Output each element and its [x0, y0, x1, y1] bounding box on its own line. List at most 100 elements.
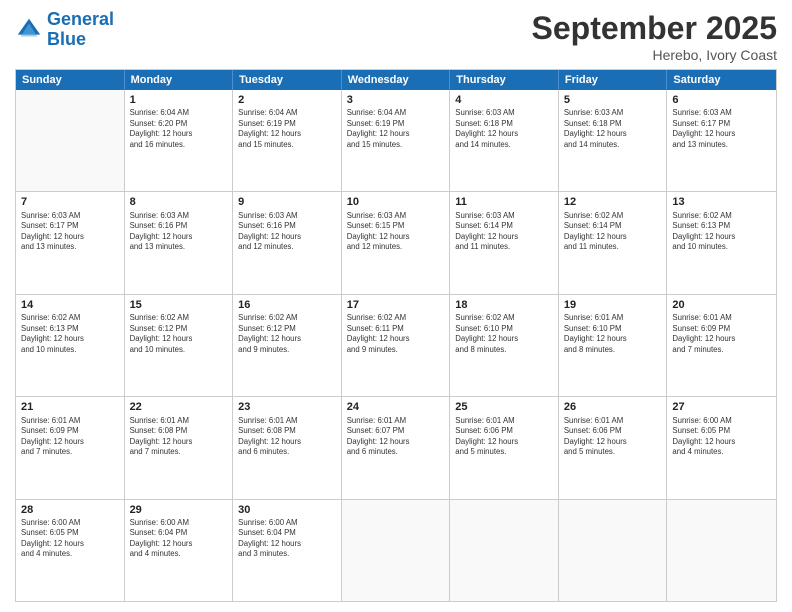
day-cell-17: 17Sunrise: 6:02 AM Sunset: 6:11 PM Dayli… — [342, 295, 451, 396]
day-number: 13 — [672, 195, 771, 209]
day-number: 6 — [672, 93, 771, 107]
day-cell-18: 18Sunrise: 6:02 AM Sunset: 6:10 PM Dayli… — [450, 295, 559, 396]
day-number: 29 — [130, 503, 228, 517]
day-cell-22: 22 Sunrise: 6:01 AM Sunset: 6:08 PM Dayli… — [125, 397, 234, 498]
day-info: Sunrise: 6:03 AM Sunset: 6:14 PM Dayligh… — [455, 211, 553, 253]
day-info: Sunrise: 6:01 AM Sunset: 6:09 PM Dayligh… — [672, 313, 771, 355]
page: General Blue September 2025 Herebo, Ivor… — [0, 0, 792, 612]
calendar-body: 1Sunrise: 6:04 AM Sunset: 6:20 PM Daylig… — [16, 90, 776, 601]
day-info: Sunrise: 6:03 AM Sunset: 6:17 PM Dayligh… — [672, 108, 771, 150]
day-info: Sunrise: 6:01 AM Sunset: 6:07 PM Dayligh… — [347, 416, 445, 458]
day-cell-16: 16Sunrise: 6:02 AM Sunset: 6:12 PM Dayli… — [233, 295, 342, 396]
day-info: Sunrise: 6:02 AM Sunset: 6:14 PM Dayligh… — [564, 211, 662, 253]
calendar-row-2: 7 Sunrise: 6:03 AM Sunset: 6:17 PM Daylig… — [16, 192, 776, 294]
day-number: 26 — [564, 400, 662, 414]
day-cell-30: 30Sunrise: 6:00 AM Sunset: 6:04 PM Dayli… — [233, 500, 342, 601]
day-info: Sunrise: 6:00 AM Sunset: 6:04 PM Dayligh… — [238, 518, 336, 560]
day-info: Sunrise: 6:03 AM Sunset: 6:16 PM Dayligh… — [130, 211, 228, 253]
day-cell-7: 7 Sunrise: 6:03 AM Sunset: 6:17 PM Daylig… — [16, 192, 125, 293]
day-cell-6: 6Sunrise: 6:03 AM Sunset: 6:17 PM Daylig… — [667, 90, 776, 191]
day-cell-24: 24 Sunrise: 6:01 AM Sunset: 6:07 PM Dayli… — [342, 397, 451, 498]
day-info: Sunrise: 6:04 AM Sunset: 6:19 PM Dayligh… — [347, 108, 445, 150]
day-info: Sunrise: 6:01 AM Sunset: 6:08 PM Dayligh… — [130, 416, 228, 458]
day-number: 7 — [21, 195, 119, 209]
day-number: 14 — [21, 298, 119, 312]
day-info: Sunrise: 6:01 AM Sunset: 6:09 PM Dayligh… — [21, 416, 119, 458]
header: General Blue September 2025 Herebo, Ivor… — [15, 10, 777, 63]
day-info: Sunrise: 6:03 AM Sunset: 6:16 PM Dayligh… — [238, 211, 336, 253]
day-info: Sunrise: 6:02 AM Sunset: 6:13 PM Dayligh… — [672, 211, 771, 253]
day-info: Sunrise: 6:01 AM Sunset: 6:06 PM Dayligh… — [564, 416, 662, 458]
header-day-sunday: Sunday — [16, 70, 125, 90]
day-info: Sunrise: 6:00 AM Sunset: 6:05 PM Dayligh… — [21, 518, 119, 560]
logo-text: General Blue — [47, 10, 114, 50]
empty-cell-4-5 — [559, 500, 668, 601]
calendar-row-5: 28Sunrise: 6:00 AM Sunset: 6:05 PM Dayli… — [16, 500, 776, 601]
location-subtitle: Herebo, Ivory Coast — [532, 47, 777, 63]
day-cell-21: 21 Sunrise: 6:01 AM Sunset: 6:09 PM Dayli… — [16, 397, 125, 498]
day-info: Sunrise: 6:00 AM Sunset: 6:05 PM Dayligh… — [672, 416, 771, 458]
day-number: 12 — [564, 195, 662, 209]
header-day-friday: Friday — [559, 70, 668, 90]
day-cell-11: 11 Sunrise: 6:03 AM Sunset: 6:14 PM Dayli… — [450, 192, 559, 293]
day-info: Sunrise: 6:04 AM Sunset: 6:20 PM Dayligh… — [130, 108, 228, 150]
day-cell-5: 5Sunrise: 6:03 AM Sunset: 6:18 PM Daylig… — [559, 90, 668, 191]
day-info: Sunrise: 6:03 AM Sunset: 6:17 PM Dayligh… — [21, 211, 119, 253]
day-cell-27: 27 Sunrise: 6:00 AM Sunset: 6:05 PM Dayli… — [667, 397, 776, 498]
day-cell-26: 26 Sunrise: 6:01 AM Sunset: 6:06 PM Dayli… — [559, 397, 668, 498]
logo-line1: General — [47, 9, 114, 29]
day-cell-10: 10Sunrise: 6:03 AM Sunset: 6:15 PM Dayli… — [342, 192, 451, 293]
day-cell-29: 29Sunrise: 6:00 AM Sunset: 6:04 PM Dayli… — [125, 500, 234, 601]
header-day-thursday: Thursday — [450, 70, 559, 90]
day-cell-8: 8Sunrise: 6:03 AM Sunset: 6:16 PM Daylig… — [125, 192, 234, 293]
logo-line2: Blue — [47, 29, 86, 49]
header-day-monday: Monday — [125, 70, 234, 90]
day-cell-14: 14Sunrise: 6:02 AM Sunset: 6:13 PM Dayli… — [16, 295, 125, 396]
header-day-wednesday: Wednesday — [342, 70, 451, 90]
day-number: 24 — [347, 400, 445, 414]
day-number: 19 — [564, 298, 662, 312]
day-number: 4 — [455, 93, 553, 107]
empty-cell-0-0 — [16, 90, 125, 191]
empty-cell-4-3 — [342, 500, 451, 601]
day-number: 21 — [21, 400, 119, 414]
day-cell-12: 12 Sunrise: 6:02 AM Sunset: 6:14 PM Dayli… — [559, 192, 668, 293]
day-number: 3 — [347, 93, 445, 107]
day-cell-25: 25 Sunrise: 6:01 AM Sunset: 6:06 PM Dayli… — [450, 397, 559, 498]
day-info: Sunrise: 6:02 AM Sunset: 6:12 PM Dayligh… — [130, 313, 228, 355]
day-cell-28: 28Sunrise: 6:00 AM Sunset: 6:05 PM Dayli… — [16, 500, 125, 601]
calendar-row-4: 21 Sunrise: 6:01 AM Sunset: 6:09 PM Dayli… — [16, 397, 776, 499]
calendar-row-1: 1Sunrise: 6:04 AM Sunset: 6:20 PM Daylig… — [16, 90, 776, 192]
day-info: Sunrise: 6:02 AM Sunset: 6:12 PM Dayligh… — [238, 313, 336, 355]
day-info: Sunrise: 6:03 AM Sunset: 6:15 PM Dayligh… — [347, 211, 445, 253]
day-cell-4: 4Sunrise: 6:03 AM Sunset: 6:18 PM Daylig… — [450, 90, 559, 191]
title-block: September 2025 Herebo, Ivory Coast — [532, 10, 777, 63]
day-cell-13: 13 Sunrise: 6:02 AM Sunset: 6:13 PM Dayli… — [667, 192, 776, 293]
day-info: Sunrise: 6:01 AM Sunset: 6:08 PM Dayligh… — [238, 416, 336, 458]
day-number: 25 — [455, 400, 553, 414]
day-number: 28 — [21, 503, 119, 517]
day-info: Sunrise: 6:02 AM Sunset: 6:13 PM Dayligh… — [21, 313, 119, 355]
day-number: 11 — [455, 195, 553, 209]
day-number: 30 — [238, 503, 336, 517]
empty-cell-4-4 — [450, 500, 559, 601]
day-number: 23 — [238, 400, 336, 414]
day-number: 1 — [130, 93, 228, 107]
day-number: 27 — [672, 400, 771, 414]
day-number: 2 — [238, 93, 336, 107]
day-cell-3: 3Sunrise: 6:04 AM Sunset: 6:19 PM Daylig… — [342, 90, 451, 191]
header-day-tuesday: Tuesday — [233, 70, 342, 90]
day-info: Sunrise: 6:02 AM Sunset: 6:10 PM Dayligh… — [455, 313, 553, 355]
header-day-saturday: Saturday — [667, 70, 776, 90]
logo-icon — [15, 16, 43, 44]
day-cell-15: 15Sunrise: 6:02 AM Sunset: 6:12 PM Dayli… — [125, 295, 234, 396]
day-number: 22 — [130, 400, 228, 414]
day-info: Sunrise: 6:01 AM Sunset: 6:10 PM Dayligh… — [564, 313, 662, 355]
day-cell-2: 2Sunrise: 6:04 AM Sunset: 6:19 PM Daylig… — [233, 90, 342, 191]
day-info: Sunrise: 6:01 AM Sunset: 6:06 PM Dayligh… — [455, 416, 553, 458]
day-number: 18 — [455, 298, 553, 312]
logo: General Blue — [15, 10, 114, 50]
day-number: 17 — [347, 298, 445, 312]
day-number: 15 — [130, 298, 228, 312]
day-cell-20: 20Sunrise: 6:01 AM Sunset: 6:09 PM Dayli… — [667, 295, 776, 396]
